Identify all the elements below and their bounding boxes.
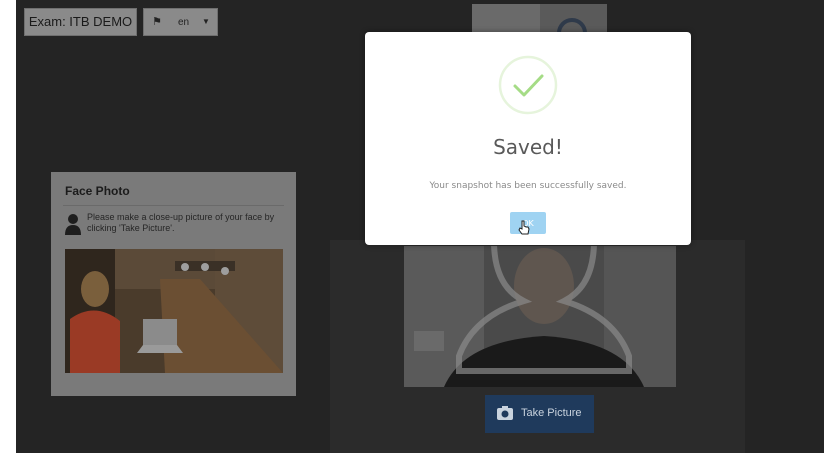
check-icon xyxy=(498,55,558,115)
take-picture-button[interactable]: Take Picture xyxy=(485,395,594,433)
face-photo-title: Face Photo xyxy=(65,184,130,198)
cursor-icon xyxy=(518,220,530,235)
dialog-message: Your snapshot has been successfully save… xyxy=(429,181,627,191)
camera-icon xyxy=(497,406,513,420)
exam-label: Exam: ITB DEMO xyxy=(24,8,137,36)
take-picture-label: Take Picture xyxy=(521,407,582,419)
language-selector[interactable]: ⚑ en ▼ xyxy=(143,8,218,36)
face-photo-card: Face Photo Please make a close-up pictur… xyxy=(51,172,296,396)
divider xyxy=(63,205,284,206)
flag-icon: ⚑ xyxy=(152,16,162,28)
saved-dialog: Saved! Your snapshot has been successful… xyxy=(365,32,691,245)
user-icon xyxy=(65,214,81,235)
language-value: en xyxy=(178,17,190,28)
example-photo xyxy=(65,249,283,373)
camera-feed xyxy=(404,246,676,387)
caret-down-icon: ▼ xyxy=(202,17,210,26)
face-photo-instructions: Please make a close-up picture of your f… xyxy=(87,212,275,233)
dialog-title: Saved! xyxy=(493,135,563,159)
